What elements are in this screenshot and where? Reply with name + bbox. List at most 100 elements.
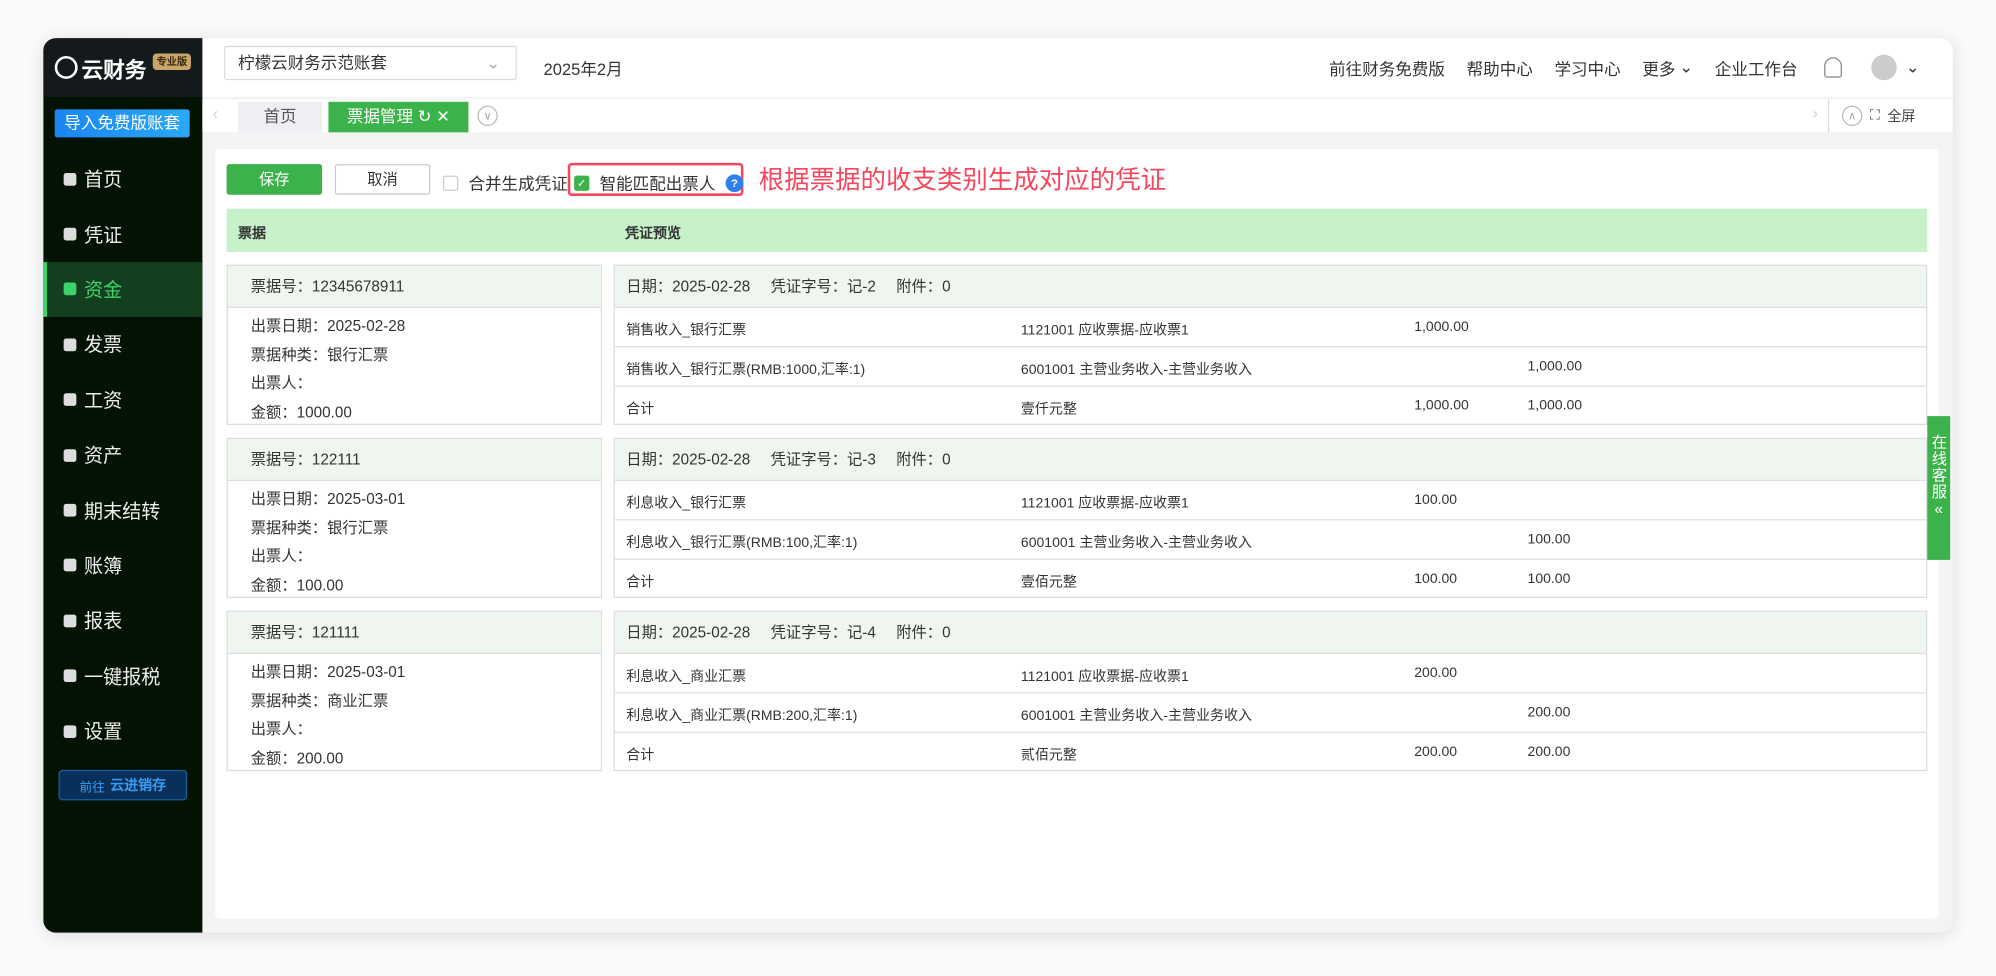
chevron-down-icon[interactable]: ⌄ xyxy=(1906,57,1920,77)
fullscreen-icon[interactable]: ⛶ xyxy=(1870,108,1880,125)
chevron-right-icon[interactable]: › xyxy=(1813,104,1818,122)
bill-group: 票据号：122111 出票日期：2025-03-01 票据种类：银行汇票 出票人： 金额… xyxy=(226,437,1928,599)
checkbox-unchecked[interactable] xyxy=(442,174,459,191)
sidebar-item-label: 资金 xyxy=(84,279,123,302)
bill-card: 票据号：122111 出票日期：2025-03-01 票据种类：银行汇票 出票人： 金额… xyxy=(226,437,603,599)
sidebar-item[interactable]: 资产 xyxy=(43,428,202,483)
voucher-preview: 日期：2025-02-28 凭证字号：记-3 附件：0 利息收入_银行汇票 112100… xyxy=(613,437,1928,599)
voucher-preview: 日期：2025-02-28 凭证字号：记-4 附件：0 利息收入_商业汇票 112100… xyxy=(613,610,1928,772)
tab-home[interactable]: 首页 xyxy=(238,101,323,133)
app-window: 云财务 专业版 导入免费版账套 首页 凭证 资金 发票 工资 资产 期末结转 账簿 报表 一键报税设… xyxy=(43,38,1953,933)
fullscreen-button[interactable]: 全屏 xyxy=(1887,106,1915,126)
account-select[interactable]: 柠檬云财务示范账套 ⌄ xyxy=(224,45,517,81)
collapse-up-icon[interactable]: ∧ xyxy=(1841,105,1863,126)
close-icon[interactable]: ✕ xyxy=(436,107,450,126)
import-free-account-button[interactable]: 导入免费版账套 xyxy=(54,109,190,138)
tab-bar: ‹ 首页 票据管理 ↻ ✕ ∨ › ∧ ⛶ 全屏 xyxy=(202,99,1953,133)
bill-field: 出票人： xyxy=(250,720,312,739)
sidebar-item-label: 一键报税 xyxy=(84,666,161,689)
online-service-button[interactable]: 在线客服 « xyxy=(1927,416,1951,560)
goto-inventory-button[interactable]: 前往 云进销存 xyxy=(58,769,188,801)
col-voucher-preview: 凭证预览 xyxy=(625,226,682,242)
chevron-down-icon[interactable]: ⌄ xyxy=(1679,57,1693,77)
cell: 1121001 应收票据-应收票1 xyxy=(1020,496,1189,512)
sidebar-item-label: 报表 xyxy=(84,611,123,633)
header-link[interactable]: 企业工作台 xyxy=(1715,55,1798,79)
cell: 200.00 xyxy=(1527,704,1571,721)
sidebar-item[interactable]: 首页 xyxy=(43,151,202,206)
bill-card: 票据号：12345678911 出票日期：2025-02-28 票据种类：银行汇票出… xyxy=(226,264,603,426)
bill-group: 票据号：12345678911 出票日期：2025-02-28 票据种类：银行汇票出… xyxy=(226,264,1928,426)
cell: 1,000.00 xyxy=(1527,358,1583,375)
sidebar-item[interactable]: 凭证 xyxy=(43,207,202,262)
cell: 销售收入_银行汇票(RMB:1000,汇率:1) xyxy=(626,362,866,378)
cell: 200.00 xyxy=(1414,665,1458,681)
header-link[interactable]: 前往财务免费版 xyxy=(1329,55,1445,79)
content-panel: 保存 取消 合并生成凭证 ✓ 智能匹配出票人? 根据票据的收支类别生成对应的凭证 … xyxy=(215,148,1939,919)
tab-menu-chevron-icon[interactable]: ∨ xyxy=(477,105,498,126)
cell: 100.00 xyxy=(1527,571,1571,587)
bill-field: 票据种类：银行汇票 xyxy=(250,345,389,364)
sidebar-item[interactable]: 期末结转 xyxy=(43,483,202,538)
voucher-date: 日期：2025-02-28 xyxy=(626,277,751,296)
double-chevron-left-icon: « xyxy=(1934,500,1943,518)
sidebar-item[interactable]: 设置 xyxy=(43,704,202,759)
sidebar-item[interactable]: 一键报税 xyxy=(43,648,202,703)
cancel-button[interactable]: 取消 xyxy=(334,164,431,195)
sidebar-item-label: 发票 xyxy=(84,335,123,357)
smart-match-checkbox[interactable]: ✓ 智能匹配出票人? xyxy=(574,171,744,195)
sidebar-item[interactable]: 账簿 xyxy=(43,538,202,593)
merge-label: 合并生成凭证 xyxy=(468,174,568,194)
bill-no: 票据号：122111 xyxy=(227,439,601,482)
table-row: 合计 壹佰元整 100.00 100.00 xyxy=(615,560,1926,599)
cell: 1,000.00 xyxy=(1414,319,1469,335)
bill-field: 出票日期：2025-02-28 xyxy=(250,316,406,335)
home-icon xyxy=(63,172,77,186)
voucher-date: 日期：2025-02-28 xyxy=(626,623,751,642)
save-button[interactable]: 保存 xyxy=(226,164,323,195)
top-bar: 柠檬云财务示范账套 ⌄ 2025年2月 前往财务免费版 帮助中心 学习中心 更多 ⌄ 企业工… xyxy=(202,38,1953,97)
ledger-icon xyxy=(63,559,77,572)
cell: 贰佰元整 xyxy=(1020,748,1077,764)
table-row: 利息收入_商业汇票 1121001 应收票据-应收票1 200.00 xyxy=(614,654,1926,694)
refresh-icon[interactable]: ↻ xyxy=(418,107,432,126)
cell: 6001001 主营业务收入-主营业务收入 xyxy=(1020,708,1253,725)
header-link[interactable]: 更多 xyxy=(1642,55,1675,79)
sidebar-item-label: 设置 xyxy=(84,721,123,744)
merge-voucher-checkbox[interactable]: 合并生成凭证 xyxy=(442,171,568,195)
help-icon[interactable]: ? xyxy=(725,173,744,192)
check-icon[interactable]: ✓ xyxy=(574,174,590,191)
header-link[interactable]: 帮助中心 xyxy=(1467,55,1533,79)
avatar[interactable] xyxy=(1871,54,1897,81)
header-link[interactable]: 学习中心 xyxy=(1554,55,1620,79)
tab-bill-management[interactable]: 票据管理 ↻ ✕ xyxy=(328,101,469,133)
bill-field: 出票人： xyxy=(250,547,312,565)
sidebar-item-label: 期末结转 xyxy=(84,500,161,523)
sidebar-item[interactable]: 资金 xyxy=(43,261,203,318)
sidebar-item-label: 账簿 xyxy=(84,555,123,578)
smart-match-label: 智能匹配出票人 xyxy=(599,174,716,194)
table-row: 利息收入_商业汇票(RMB:200,汇率:1) 6001001 主营业务收入-主营… xyxy=(614,694,1926,733)
tab-label: 票据管理 xyxy=(346,106,414,126)
cell: 1,000.00 xyxy=(1414,398,1469,414)
chevron-left-icon[interactable]: ‹ xyxy=(213,104,218,122)
cell: 100.00 xyxy=(1414,492,1458,508)
sidebar-item[interactable]: 报表 xyxy=(43,593,202,648)
sidebar-item-label: 凭证 xyxy=(84,224,123,247)
cell: 利息收入_商业汇票(RMB:200,汇率:1) xyxy=(626,708,858,725)
logo-text: 云财务 xyxy=(81,57,147,83)
tax-icon xyxy=(63,669,77,683)
sidebar-item[interactable]: 发票 xyxy=(43,317,202,372)
period-label[interactable]: 2025年2月 xyxy=(544,56,623,80)
cell: 1,000.00 xyxy=(1527,398,1583,414)
voucher-preview: 日期：2025-02-28 凭证字号：记-2 附件：0 销售收入_银行汇票 112100… xyxy=(613,264,1928,426)
sidebar-item[interactable]: 工资 xyxy=(43,372,202,427)
voucher-no: 凭证字号：记-4 xyxy=(770,623,876,642)
bell-icon[interactable] xyxy=(1824,57,1843,78)
chevron-down-icon: ⌄ xyxy=(486,53,501,73)
bill-field: 金额：1000.00 xyxy=(250,402,352,421)
voucher-no: 凭证字号：记-3 xyxy=(770,450,876,469)
sidebar-item-label: 首页 xyxy=(84,169,123,192)
cell: 壹佰元整 xyxy=(1020,575,1077,591)
bill-field: 金额：200.00 xyxy=(250,748,344,767)
